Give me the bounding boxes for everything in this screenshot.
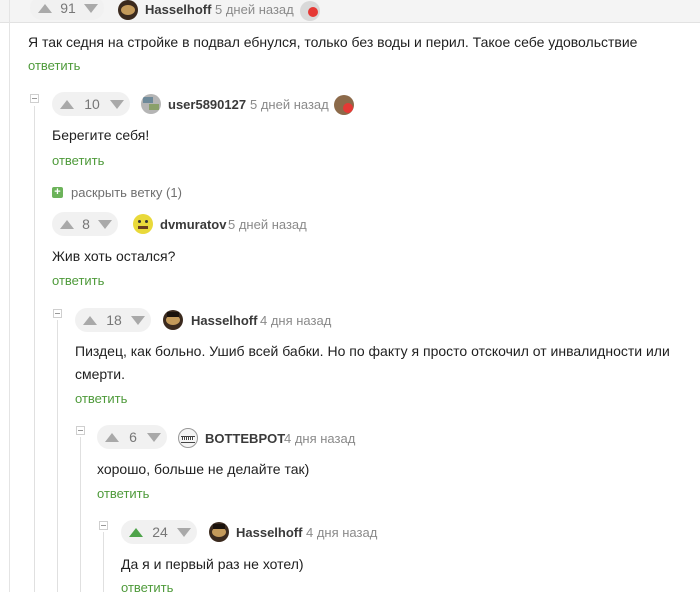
username[interactable]: BOTTEBPOT	[205, 431, 285, 446]
thread-line	[57, 320, 58, 592]
comment-time[interactable]: 4 дня назад	[284, 431, 355, 446]
vote-widget: 24	[121, 520, 197, 544]
reply-link[interactable]: ответить	[28, 58, 80, 73]
comment-text: Жив хоть остался?	[52, 248, 176, 264]
avatar[interactable]	[163, 310, 183, 330]
avatar[interactable]	[178, 428, 198, 448]
vote-widget: 10	[52, 92, 130, 116]
reply-link[interactable]: ответить	[52, 273, 104, 288]
upvote-icon[interactable]	[60, 219, 74, 229]
downvote-icon[interactable]	[110, 99, 124, 109]
comment-text: Я так седня на стройке в подвал ебнулся,…	[28, 34, 638, 50]
comment-text: Берегите себя!	[52, 127, 150, 143]
plus-icon[interactable]: +	[52, 187, 63, 198]
avatar[interactable]	[133, 214, 153, 234]
downvote-icon[interactable]	[147, 432, 161, 442]
rating-value: 10	[84, 96, 100, 112]
reply-link[interactable]: ответить	[97, 486, 149, 501]
username[interactable]: dvmuratov	[160, 217, 226, 232]
expand-branch-link[interactable]: раскрыть ветку (1)	[71, 185, 182, 200]
rating-value: 6	[129, 429, 137, 445]
collapse-toggle[interactable]	[99, 521, 108, 530]
upvote-icon[interactable]	[38, 3, 52, 13]
reply-link[interactable]: ответить	[121, 580, 173, 595]
comment-time[interactable]: 5 дней назад	[250, 97, 329, 112]
avatar[interactable]	[118, 0, 138, 20]
top-comment-header: 91 Hasselhoff 5 дней назад	[0, 0, 700, 23]
upvote-icon[interactable]	[60, 99, 74, 109]
upvote-icon[interactable]	[105, 432, 119, 442]
vote-widget: 91	[30, 0, 104, 20]
downvote-icon[interactable]	[84, 3, 98, 13]
vote-widget: 18	[75, 308, 151, 332]
username[interactable]: user5890127	[168, 97, 246, 112]
rating-value: 8	[82, 216, 90, 232]
vote-widget: 8	[52, 212, 118, 236]
comment-text: Да я и первый раз не хотел)	[121, 556, 304, 572]
collapse-toggle[interactable]	[53, 309, 62, 318]
comment-time[interactable]: 4 дня назад	[306, 525, 377, 540]
collapse-toggle[interactable]	[76, 426, 85, 435]
comment-time[interactable]: 4 дня назад	[260, 313, 331, 328]
rating-value: 24	[152, 524, 168, 540]
award-icon	[300, 1, 320, 21]
vote-widget: 6	[97, 425, 167, 449]
avatar[interactable]	[209, 522, 229, 542]
reply-link[interactable]: ответить	[75, 391, 127, 406]
comment-time[interactable]: 5 дней назад	[228, 217, 307, 232]
downvote-icon[interactable]	[98, 219, 112, 229]
downvote-icon[interactable]	[177, 527, 191, 537]
downvote-icon[interactable]	[131, 315, 145, 325]
thread-line	[103, 532, 104, 592]
username[interactable]: Hasselhoff	[236, 525, 302, 540]
comment-text: Пиздец, как больно. Ушиб всей бабки. Но …	[75, 343, 670, 382]
thread-line	[9, 0, 10, 592]
upvote-icon[interactable]	[129, 527, 143, 537]
thread-line	[80, 437, 81, 592]
thread-line	[34, 106, 35, 592]
rating-value: 18	[106, 312, 122, 328]
comment-text: хорошо, больше не делайте так)	[97, 461, 310, 477]
reply-link[interactable]: ответить	[52, 153, 104, 168]
collapse-toggle[interactable]	[30, 94, 39, 103]
rating-value: 91	[60, 0, 76, 16]
username[interactable]: Hasselhoff	[145, 2, 211, 17]
award-icon	[334, 95, 354, 115]
avatar[interactable]	[141, 94, 161, 114]
username[interactable]: Hasselhoff	[191, 313, 257, 328]
comment-time[interactable]: 5 дней назад	[215, 2, 294, 17]
upvote-icon[interactable]	[83, 315, 97, 325]
